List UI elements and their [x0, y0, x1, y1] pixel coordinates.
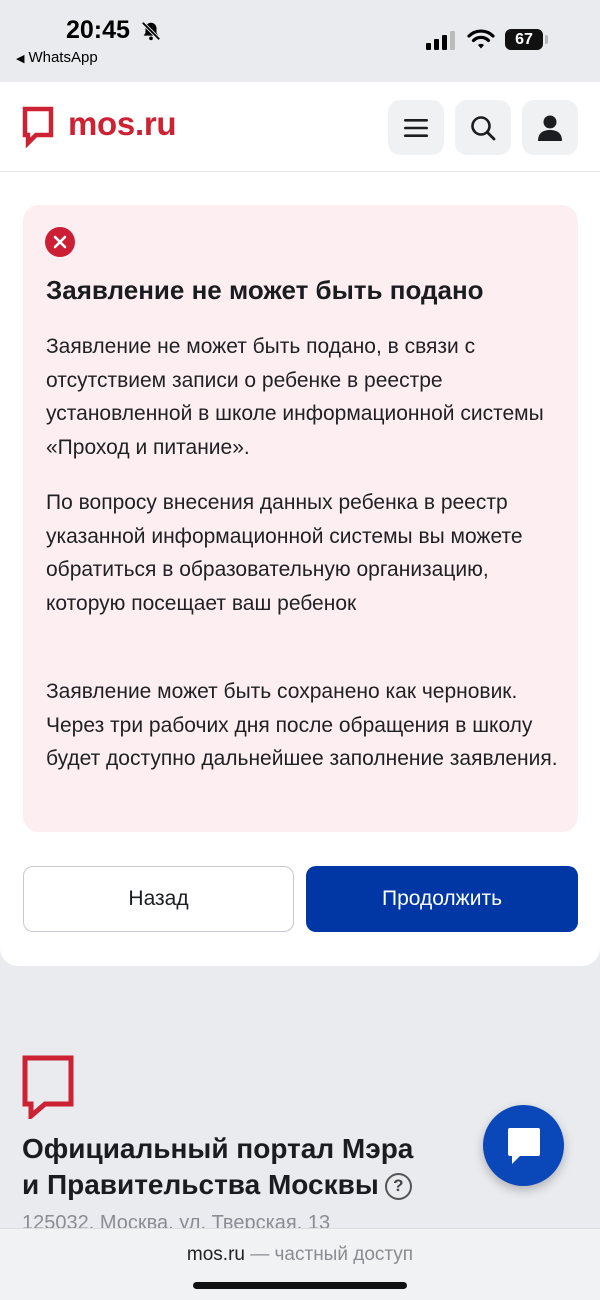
url-domain: mos.ru [186, 1244, 245, 1265]
site-content: mos.ru Заявление не может быть подано За… [0, 82, 600, 966]
status-bar: 20:45 ◀ WhatsApp 67 [0, 0, 600, 82]
help-icon[interactable]: ? [384, 1172, 412, 1200]
footer-title-line1: Официальный портал Мэра [22, 1133, 414, 1164]
home-indicator[interactable] [193, 1282, 407, 1289]
bell-off-icon [141, 21, 161, 41]
back-triangle-icon: ◀ [16, 53, 25, 65]
error-paragraph: Заявление не может быть подано, в связи … [46, 335, 544, 459]
url-display[interactable]: mos.ru — частный доступ [0, 1244, 600, 1266]
footer-title: Официальный портал Мэра и Правительства … [22, 1131, 452, 1203]
cellular-signal-icon [426, 31, 455, 50]
logo-text[interactable]: mos.ru [68, 105, 177, 143]
hamburger-icon [404, 118, 428, 137]
user-icon [538, 115, 562, 141]
mos-logo-icon[interactable] [22, 106, 54, 148]
site-header: mos.ru [0, 82, 600, 172]
back-app-label: WhatsApp [28, 49, 98, 66]
menu-button[interactable] [388, 100, 444, 155]
back-to-app-link[interactable]: ◀ WhatsApp [16, 49, 98, 66]
browser-bottom-bar: mos.ru — частный доступ [0, 1228, 600, 1300]
profile-button[interactable] [522, 100, 578, 155]
battery-level: 67 [505, 29, 543, 50]
continue-button[interactable]: Продолжить [306, 866, 578, 932]
back-button[interactable]: Назад [23, 866, 294, 932]
footer-logo-icon[interactable] [22, 1055, 74, 1119]
search-icon [471, 115, 496, 140]
url-private-label: — частный доступ [244, 1244, 414, 1265]
footer-title-line2: и Правительства Москвы [22, 1169, 379, 1200]
error-alert: Заявление не может быть подано Заявление… [23, 205, 578, 832]
chat-button[interactable] [483, 1105, 564, 1186]
error-paragraph: Заявление может быть сохранено как черно… [46, 680, 558, 770]
chat-bubble-icon [507, 1127, 540, 1164]
wifi-icon [467, 29, 495, 49]
search-button[interactable] [455, 100, 511, 155]
status-time: 20:45 [66, 16, 130, 44]
battery-cap [545, 35, 548, 44]
error-x-icon [45, 227, 75, 257]
error-paragraph: По вопросу внесения данных ребенка в рее… [46, 491, 523, 615]
error-title: Заявление не может быть подано [46, 275, 484, 305]
